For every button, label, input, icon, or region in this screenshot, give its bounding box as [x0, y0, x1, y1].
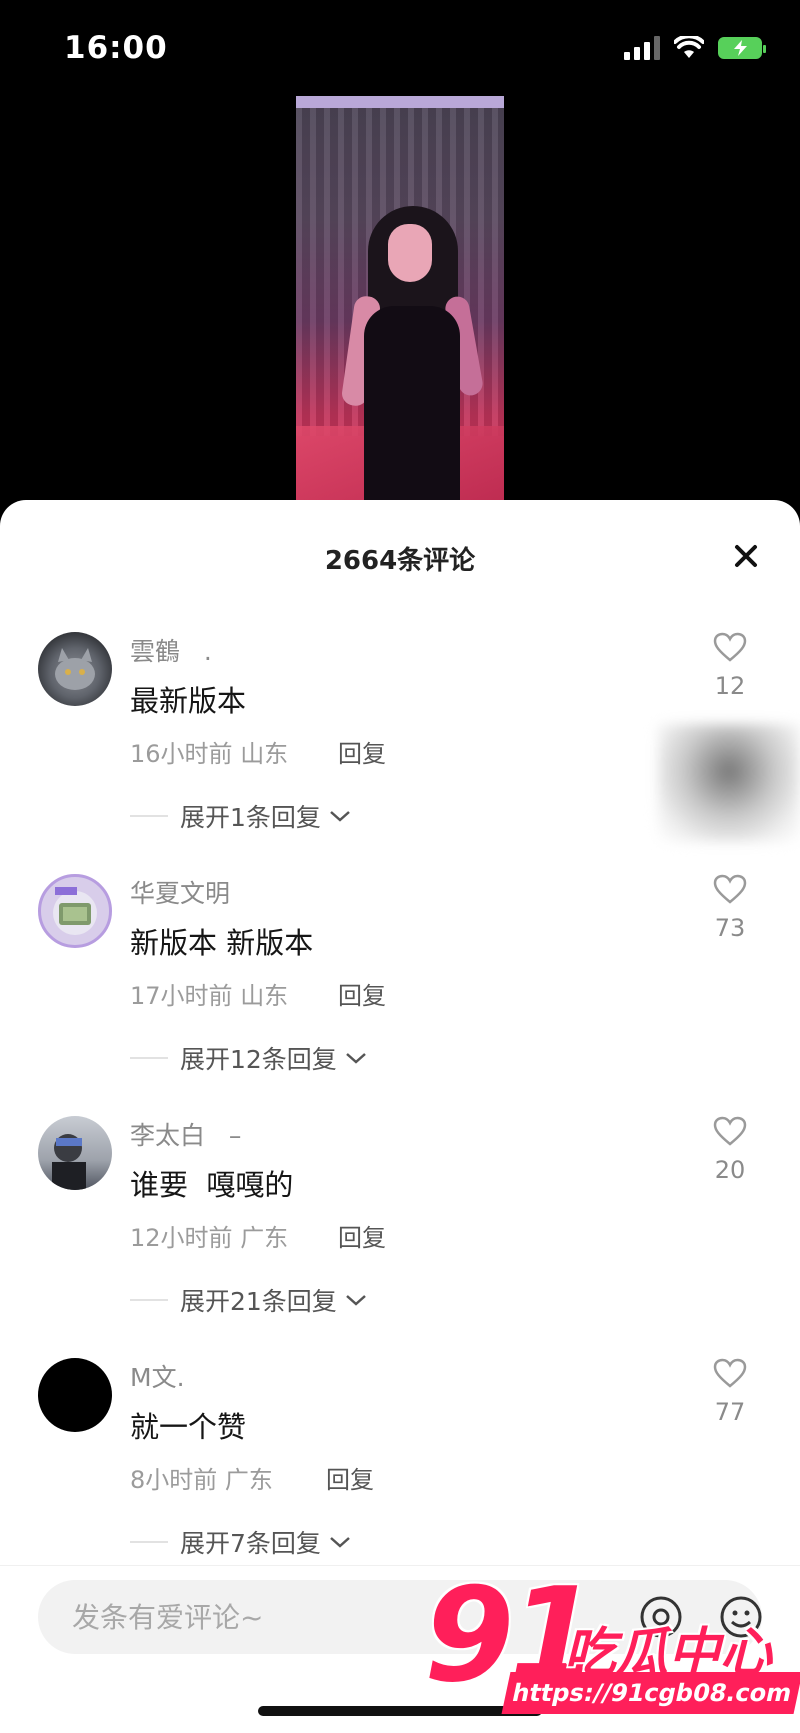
like-button[interactable]: 12: [700, 632, 760, 700]
watermark-url: https://91cgb08.com: [501, 1672, 800, 1714]
comment-text: 新版本 新版本: [130, 926, 314, 960]
comment-username[interactable]: 李太白 –: [130, 1116, 241, 1152]
chevron-down-icon: [345, 1053, 366, 1064]
like-button[interactable]: 77: [700, 1358, 760, 1426]
comment-count-title: 2664条评论: [324, 546, 476, 576]
chevron-down-icon: [345, 1295, 366, 1306]
avatar[interactable]: [38, 1116, 112, 1190]
like-button[interactable]: 73: [700, 874, 760, 942]
comment-username[interactable]: M文.: [130, 1358, 185, 1394]
heart-icon: [713, 1116, 747, 1146]
comment-text: 谁要 嘎嘎的: [130, 1168, 294, 1202]
comment-item: 华夏文明 新版本 新版本 17小时前 山东 回复 展开12条回复 73: [0, 874, 800, 1114]
comment-meta: 16小时前 山东: [130, 740, 289, 768]
heart-icon: [713, 632, 747, 662]
comment-text: 最新版本: [130, 684, 247, 718]
comment-meta: 8小时前 广东: [130, 1466, 273, 1494]
comment-meta: 17小时前 山东: [130, 982, 289, 1010]
chevron-down-icon: [330, 1537, 350, 1548]
battery-charging-icon: [718, 37, 766, 59]
expand-replies-button[interactable]: 展开21条回复: [130, 1282, 367, 1318]
avatar[interactable]: [38, 874, 112, 948]
comment-meta: 12小时前 广东: [130, 1224, 289, 1252]
expand-replies-button[interactable]: 展开1条回复: [130, 798, 351, 834]
comment-text: 就一个赞: [130, 1410, 247, 1444]
avatar[interactable]: [38, 1358, 112, 1432]
like-count: 12: [714, 672, 746, 700]
cellular-signal-icon: [624, 36, 660, 60]
wifi-icon: [674, 36, 704, 58]
comment-item: M文. 就一个赞 8小时前 广东 回复 展开7条回复 77: [0, 1358, 800, 1598]
close-button[interactable]: [728, 538, 764, 574]
heart-icon: [713, 1358, 747, 1388]
expand-replies-button[interactable]: 展开12条回复: [130, 1040, 367, 1076]
chevron-down-icon: [330, 811, 350, 822]
expand-replies-button[interactable]: 展开7条回复: [130, 1524, 351, 1560]
close-icon: [735, 545, 757, 567]
status-time: 16:00: [64, 30, 168, 66]
comment-username[interactable]: 华夏文明: [130, 874, 230, 910]
screen: 16:00 2664条评论 雲鶴 . 最新版本 16小时前 山东 回复 展开1条…: [0, 0, 800, 1733]
reply-button[interactable]: 回复: [338, 1218, 386, 1253]
watermark-logo: 91 吃瓜中心 https://91cgb08.com: [424, 1570, 800, 1733]
comment-username[interactable]: 雲鶴 .: [130, 632, 212, 668]
blurred-region: [658, 724, 800, 842]
like-count: 77: [714, 1398, 746, 1426]
comment-item: 李太白 – 谁要 嘎嘎的 12小时前 广东 回复 展开21条回复 20: [0, 1116, 800, 1356]
comment-sheet: 2664条评论 雲鶴 . 最新版本 16小时前 山东 回复 展开1条回复 12: [0, 500, 800, 1733]
status-bar: 16:00: [0, 0, 800, 100]
like-count: 20: [714, 1156, 746, 1184]
reply-button[interactable]: 回复: [338, 734, 386, 769]
like-count: 73: [714, 914, 746, 942]
video-preview[interactable]: [296, 96, 504, 506]
status-icons: [624, 36, 766, 60]
heart-icon: [713, 874, 747, 904]
like-button[interactable]: 20: [700, 1116, 760, 1184]
reply-button[interactable]: 回复: [326, 1460, 374, 1495]
avatar[interactable]: [38, 632, 112, 706]
reply-button[interactable]: 回复: [338, 976, 386, 1011]
